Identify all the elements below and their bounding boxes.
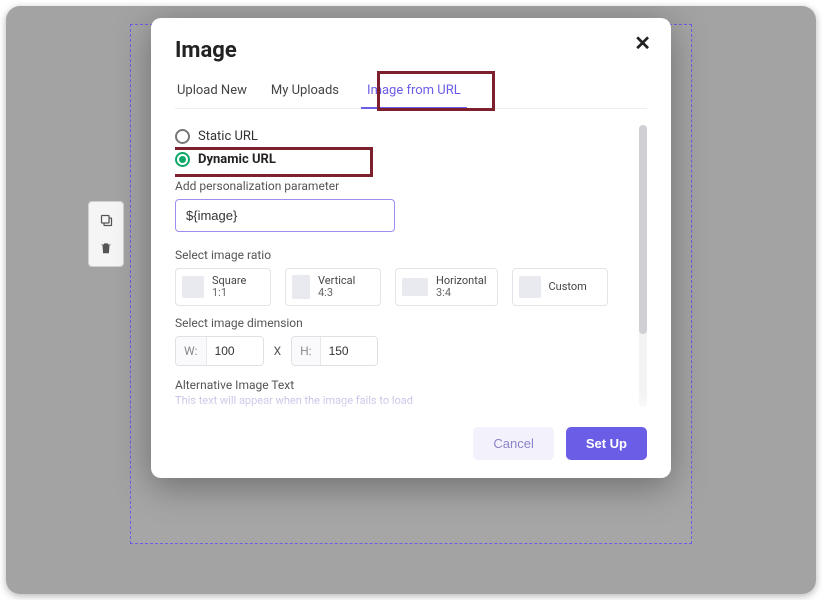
- image-modal: ✕ Image Upload New My Uploads Image from…: [151, 18, 671, 478]
- ratio-horizontal[interactable]: Horizontal 3:4: [395, 268, 498, 306]
- personalization-input[interactable]: [175, 199, 395, 232]
- width-input[interactable]: [207, 337, 263, 365]
- alt-section: Alternative Image Text This text will ap…: [175, 378, 633, 407]
- ratio-label: Select image ratio: [175, 248, 633, 262]
- ratio-vertical[interactable]: Vertical 4:3: [285, 268, 381, 306]
- radio-icon: [175, 152, 190, 167]
- width-prefix: W:: [176, 337, 207, 365]
- app-background: ✕ Image Upload New My Uploads Image from…: [6, 6, 816, 594]
- dimension-label: Select image dimension: [175, 316, 633, 330]
- alt-helper-text: This text will appear when the image fai…: [175, 394, 633, 407]
- ratio-custom[interactable]: Custom: [512, 268, 608, 306]
- scrollbar-thumb[interactable]: [639, 125, 647, 334]
- param-label: Add personalization parameter: [175, 179, 633, 193]
- setup-button[interactable]: Set Up: [566, 427, 647, 460]
- tabs: Upload New My Uploads Image from URL: [175, 77, 647, 109]
- height-input[interactable]: [321, 337, 377, 365]
- ratio-square[interactable]: Square 1:1: [175, 268, 271, 306]
- dimension-row: W: X H:: [175, 336, 633, 366]
- width-box: W:: [175, 336, 264, 366]
- radio-icon: [175, 129, 190, 144]
- tab-image-from-url[interactable]: Image from URL: [361, 77, 467, 108]
- ratio-thumb-icon: [519, 276, 541, 298]
- ratio-thumb-icon: [182, 276, 204, 298]
- cancel-button[interactable]: Cancel: [473, 427, 553, 460]
- ratio-options: Square 1:1 Vertical 4:3: [175, 268, 633, 306]
- tab-my-uploads[interactable]: My Uploads: [269, 77, 341, 108]
- modal-title: Image: [175, 38, 647, 63]
- scrollbar[interactable]: [639, 125, 647, 407]
- height-box: H:: [291, 336, 377, 366]
- dimension-separator: X: [274, 344, 282, 358]
- radio-label: Dynamic URL: [198, 152, 276, 167]
- ratio-thumb-icon: [402, 278, 428, 296]
- modal-scroll-area: Static URL Dynamic URL Add personalizati…: [175, 125, 647, 407]
- radio-dynamic-url[interactable]: Dynamic URL: [175, 148, 633, 171]
- radio-label: Static URL: [198, 129, 258, 144]
- tab-upload-new[interactable]: Upload New: [175, 77, 249, 108]
- close-icon[interactable]: ✕: [634, 34, 651, 54]
- url-type-group: Static URL Dynamic URL: [175, 125, 633, 171]
- height-prefix: H:: [292, 337, 320, 365]
- ratio-thumb-icon: [292, 275, 310, 299]
- radio-static-url[interactable]: Static URL: [175, 125, 633, 148]
- alt-label: Alternative Image Text: [175, 378, 633, 392]
- modal-overlay: ✕ Image Upload New My Uploads Image from…: [6, 6, 816, 594]
- modal-footer: Cancel Set Up: [175, 421, 647, 460]
